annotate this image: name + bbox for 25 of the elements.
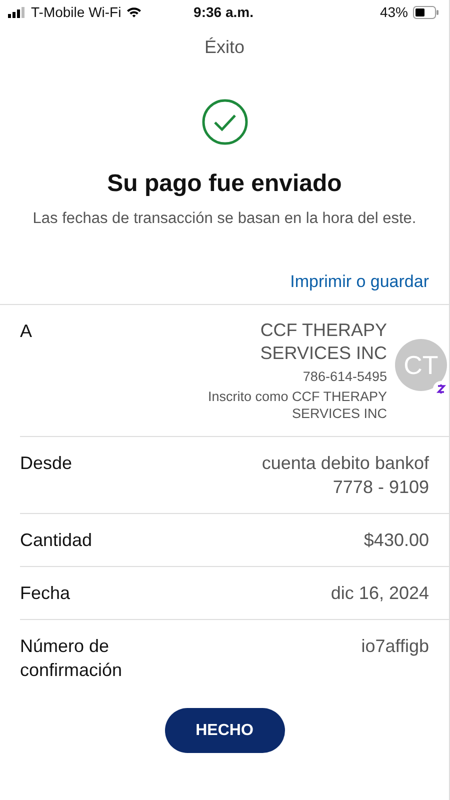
row-value: 7778 - 9109 bbox=[332, 476, 429, 499]
row-label: A bbox=[20, 320, 34, 343]
row-label: Cantidad bbox=[20, 529, 94, 552]
row-label: Desde bbox=[20, 452, 74, 475]
row-value: io7affigb bbox=[361, 635, 429, 658]
done-button[interactable]: HECHO bbox=[164, 708, 284, 753]
screen-title: Éxito bbox=[203, 37, 246, 58]
wifi-icon bbox=[126, 6, 142, 18]
signal-icon bbox=[8, 6, 26, 18]
print-save-link[interactable]: Imprimir o guardar bbox=[290, 272, 429, 304]
row-value: $430.00 bbox=[364, 529, 429, 552]
battery-percent: 43% bbox=[380, 4, 408, 20]
row-value: dic 16, 2024 bbox=[330, 582, 429, 605]
success-heading: Su pago fue enviado bbox=[106, 170, 343, 198]
timezone-note: Las fechas de transacción se basan en la hora del este. bbox=[32, 209, 418, 229]
row-label: Fecha bbox=[20, 582, 72, 605]
enrolled-name: Inscrito como CCF THERAPY SERVICES INC bbox=[208, 388, 387, 422]
checkmark-circle-icon bbox=[200, 98, 248, 146]
carrier-name: T-Mobile Wi-Fi bbox=[31, 4, 122, 20]
recipient-name: CCF THERAPY SERVICES INC bbox=[260, 319, 387, 365]
status-time: 9:36 a.m. bbox=[194, 4, 254, 20]
recipient-phone: 786-614-5495 bbox=[302, 368, 387, 385]
battery-icon bbox=[413, 6, 439, 18]
row-label: Número de confirmación bbox=[20, 635, 124, 682]
row-value: cuenta debito bankof bbox=[262, 452, 429, 475]
